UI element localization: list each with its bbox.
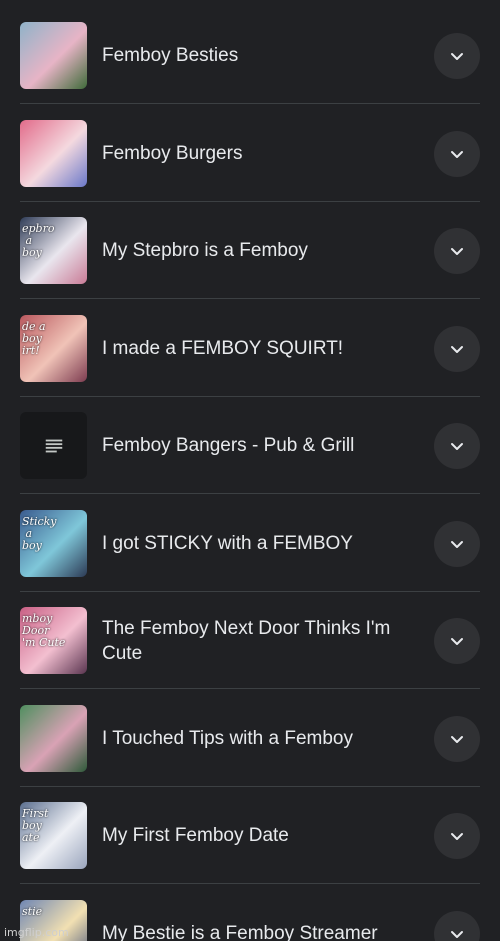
result-title-text: Femboy Burgers xyxy=(102,143,243,164)
chevron-down-icon xyxy=(451,833,463,840)
result-title[interactable]: Femboy Besties xyxy=(102,22,424,89)
expand-button[interactable] xyxy=(434,521,480,567)
chevron-down-icon xyxy=(451,931,463,938)
expand-button[interactable] xyxy=(434,618,480,664)
video-thumbnail[interactable]: de a boy irt! xyxy=(20,315,87,382)
thumbnail-caption: Sticky a boy xyxy=(22,515,57,552)
video-thumbnail[interactable] xyxy=(20,120,87,187)
result-title-text: My Bestie is a Femboy Streamer xyxy=(102,923,378,941)
document-icon xyxy=(45,439,62,452)
result-item[interactable]: Sticky a boy I got STICKY with a FEMBOY xyxy=(0,488,500,592)
expand-button[interactable] xyxy=(434,326,480,372)
result-title[interactable]: My Stepbro is a Femboy xyxy=(102,217,424,284)
result-title-text: My First Femboy Date xyxy=(102,825,289,846)
expand-button[interactable] xyxy=(434,423,480,469)
thumbnail-caption: de a boy irt! xyxy=(22,320,46,357)
chevron-down-icon xyxy=(451,736,463,743)
thumbnail-caption: First boy ate xyxy=(22,807,49,844)
result-item[interactable]: mboy Door 'm Cute The Femboy Next Door Th… xyxy=(0,585,500,689)
result-title-text: I got STICKY with a FEMBOY xyxy=(102,533,353,554)
thumbnail-caption: stie xyxy=(22,905,43,918)
result-item[interactable]: de a boy irt! I made a FEMBOY SQUIRT! xyxy=(0,293,500,397)
result-item[interactable]: stie My Bestie is a Femboy Streamer xyxy=(0,878,500,941)
expand-button[interactable] xyxy=(434,716,480,762)
expand-button[interactable] xyxy=(434,813,480,859)
result-title[interactable]: I got STICKY with a FEMBOY xyxy=(102,510,424,577)
result-title-text: I made a FEMBOY SQUIRT! xyxy=(102,338,344,359)
result-item[interactable]: Femboy Bangers - Pub & Grill xyxy=(0,390,500,494)
result-item[interactable]: epbro a boy My Stepbro is a Femboy xyxy=(0,195,500,299)
result-title[interactable]: Femboy Bangers - Pub & Grill xyxy=(102,412,424,479)
expand-button[interactable] xyxy=(434,911,480,941)
chevron-down-icon xyxy=(451,638,463,645)
thumbnail-caption: mboy Door 'm Cute xyxy=(22,612,66,649)
video-thumbnail[interactable]: epbro a boy xyxy=(20,217,87,284)
chevron-down-icon xyxy=(451,248,463,255)
result-item[interactable]: Femboy Burgers xyxy=(0,98,500,202)
video-thumbnail[interactable] xyxy=(20,705,87,772)
chevron-down-icon xyxy=(451,443,463,450)
result-title[interactable]: My First Femboy Date xyxy=(102,802,424,869)
result-title-text: Femboy Besties xyxy=(102,45,239,66)
result-title-text: I Touched Tips with a Femboy xyxy=(102,728,353,749)
video-thumbnail[interactable]: First boy ate xyxy=(20,802,87,869)
expand-button[interactable] xyxy=(434,228,480,274)
result-item[interactable]: First boy ate My First Femboy Date xyxy=(0,780,500,884)
result-title[interactable]: My Bestie is a Femboy Streamer xyxy=(102,900,424,941)
video-thumbnail[interactable]: mboy Door 'm Cute xyxy=(20,607,87,674)
watermark-text: imgflip.com xyxy=(4,926,69,939)
chevron-down-icon xyxy=(451,541,463,548)
result-item[interactable]: Femboy Besties xyxy=(0,0,500,104)
thumbnail-caption: epbro a boy xyxy=(22,222,55,259)
video-thumbnail[interactable]: Sticky a boy xyxy=(20,510,87,577)
video-thumbnail[interactable] xyxy=(20,22,87,89)
document-thumbnail[interactable] xyxy=(20,412,87,479)
chevron-down-icon xyxy=(451,53,463,60)
expand-button[interactable] xyxy=(434,33,480,79)
result-title[interactable]: I Touched Tips with a Femboy xyxy=(102,705,424,772)
result-title[interactable]: The Femboy Next Door Thinks I'm Cute xyxy=(102,607,424,674)
search-results-list: Femboy Besties Femboy Burgers epbro a boy M… xyxy=(0,0,500,941)
result-title[interactable]: I made a FEMBOY SQUIRT! xyxy=(102,315,424,382)
chevron-down-icon xyxy=(451,346,463,353)
result-title-text: Femboy Bangers - Pub & Grill xyxy=(102,435,355,456)
result-title-text: My Stepbro is a Femboy xyxy=(102,240,308,261)
result-title[interactable]: Femboy Burgers xyxy=(102,120,424,187)
result-item[interactable]: I Touched Tips with a Femboy xyxy=(0,683,500,787)
chevron-down-icon xyxy=(451,151,463,158)
expand-button[interactable] xyxy=(434,131,480,177)
result-title-text: The Femboy Next Door Thinks I'm Cute xyxy=(102,617,391,664)
